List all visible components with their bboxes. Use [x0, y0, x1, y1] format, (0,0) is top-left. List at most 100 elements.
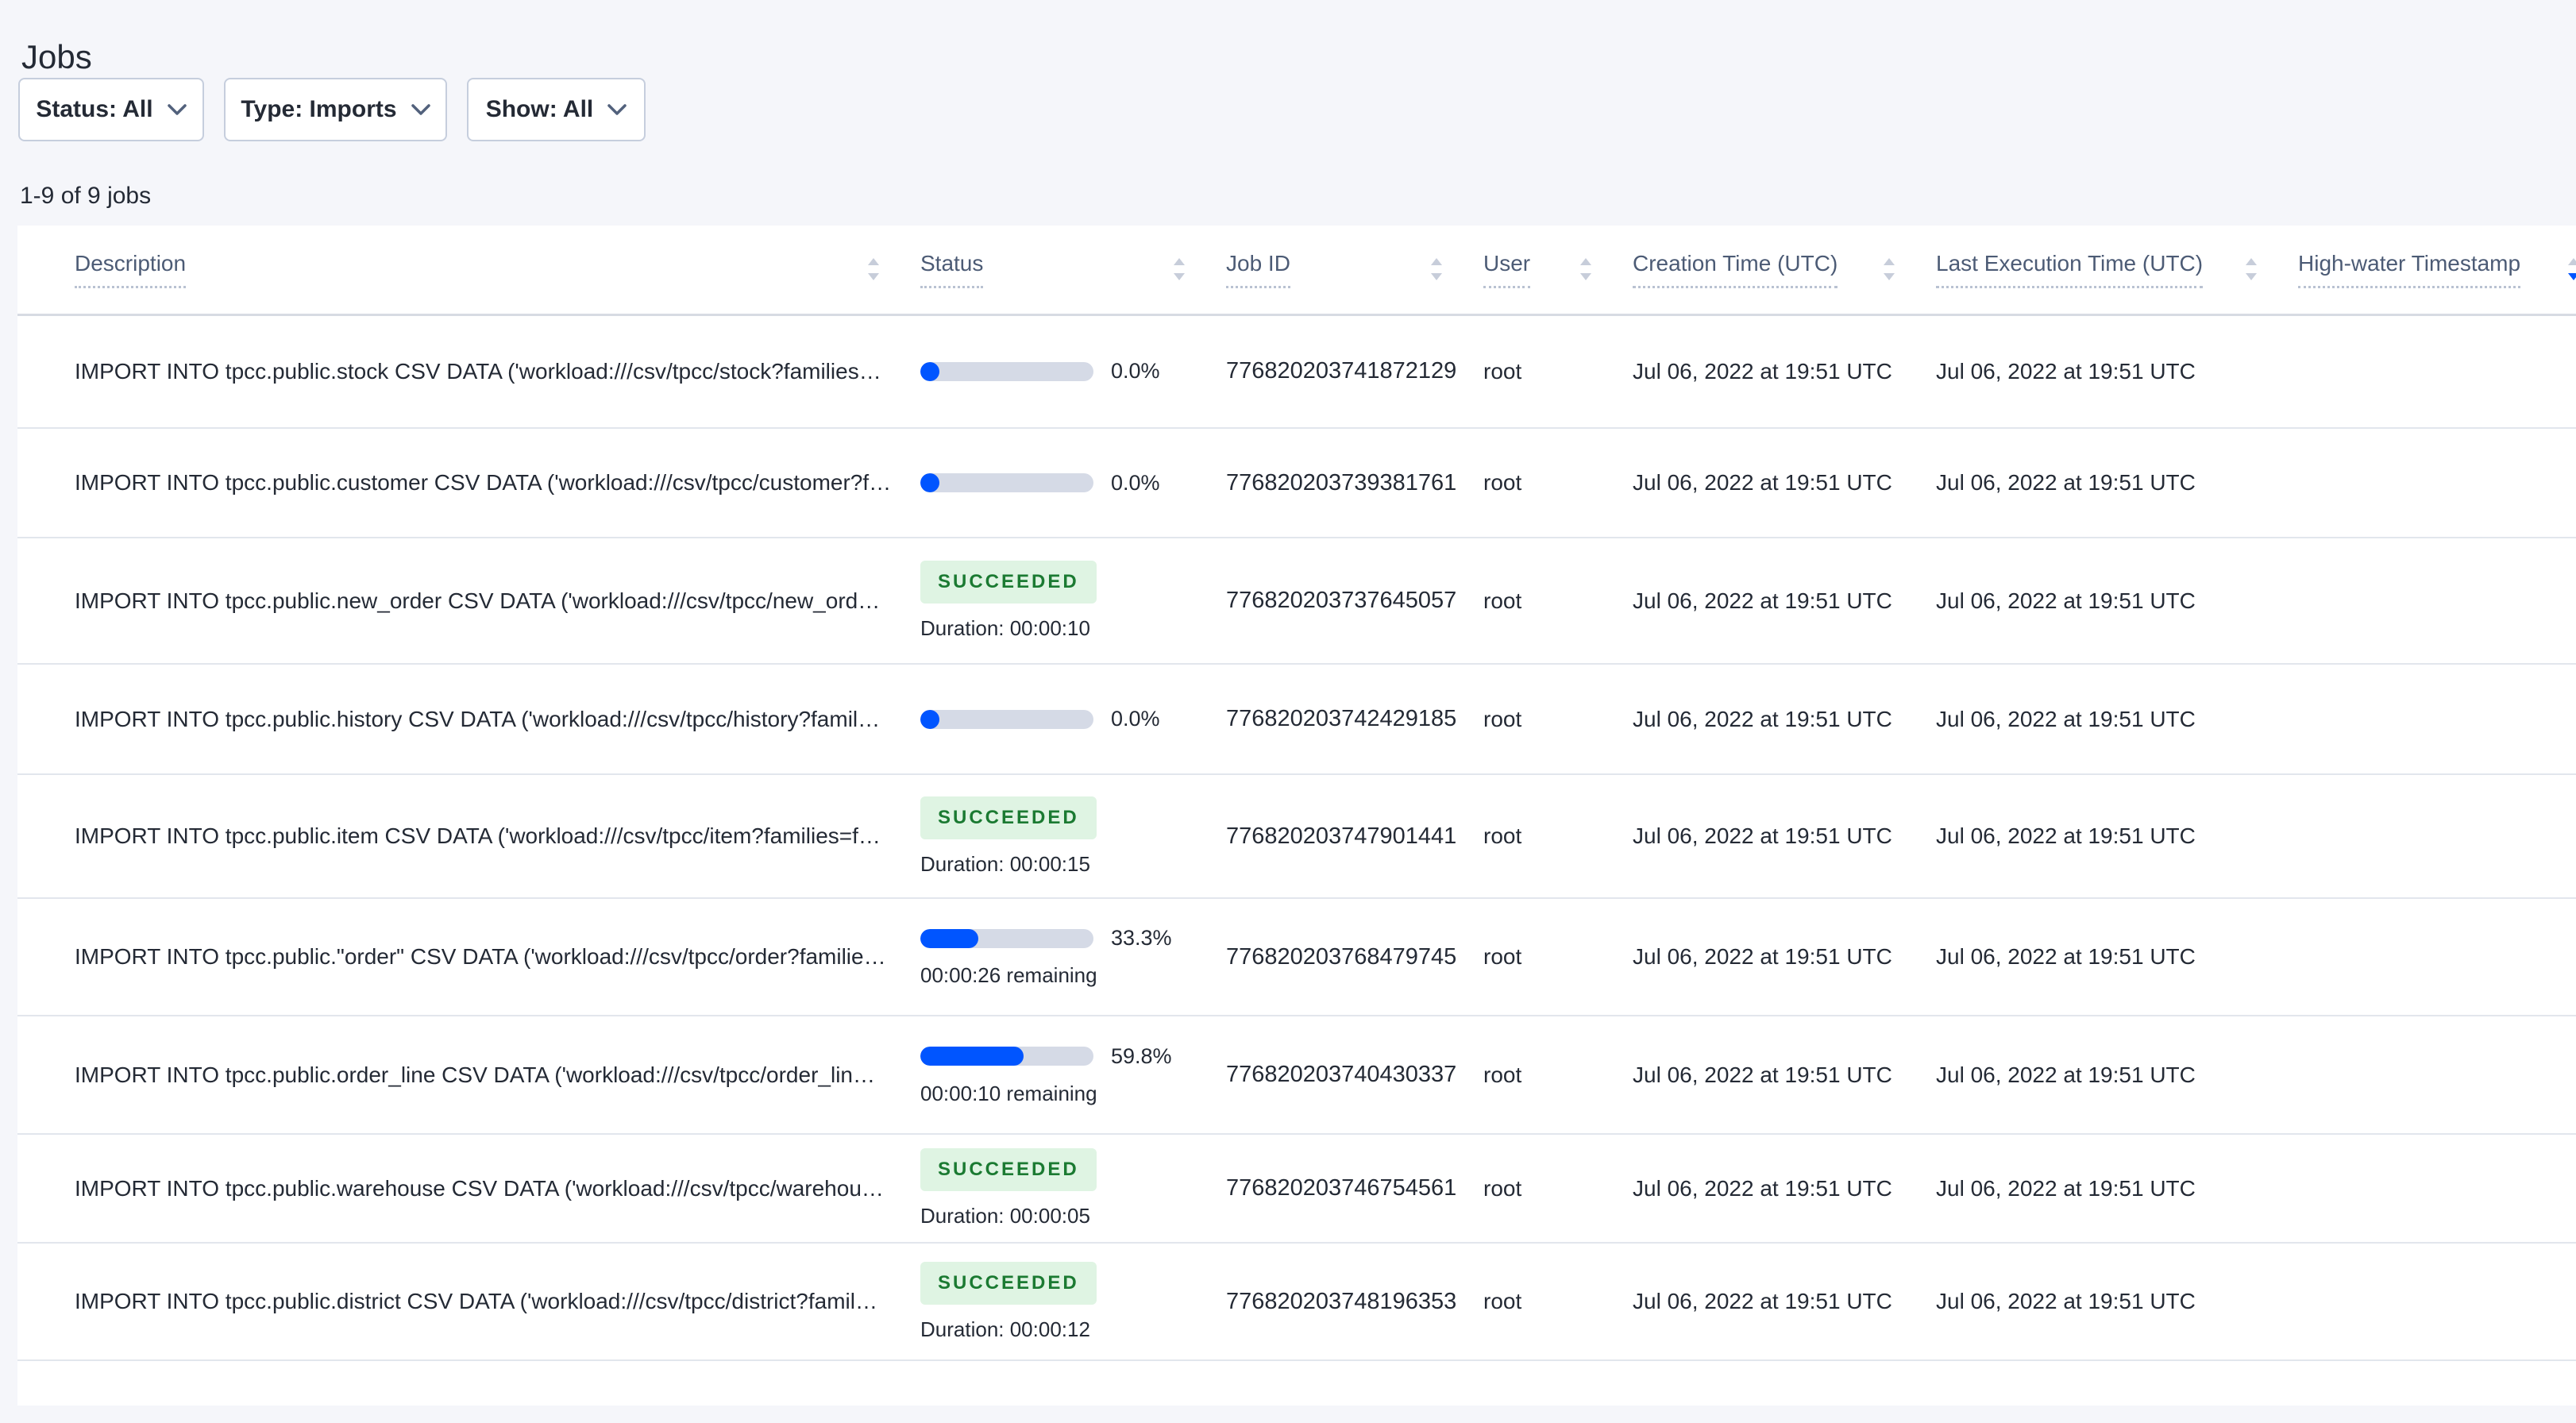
job-id-cell: 776820203739381761: [1226, 469, 1457, 496]
show-filter-label: Show: All: [485, 96, 594, 122]
column-header-last-execution-time-utc[interactable]: Last Execution Time (UTC): [1936, 226, 2298, 314]
jobs-count: 1-9 of 9 jobs: [20, 183, 152, 209]
column-header-description[interactable]: Description: [17, 226, 920, 314]
job-description: IMPORT INTO tpcc.public.new_order CSV DA…: [75, 588, 881, 613]
progress-bar: [920, 928, 1093, 948]
sort-arrows-icon: [1174, 258, 1185, 281]
creation-time-cell: Jul 06, 2022 at 19:51 UTC: [1633, 944, 1892, 969]
page-title: Jobs: [21, 38, 92, 76]
status-filter-dropdown[interactable]: Status: All: [18, 78, 204, 141]
job-description-cell[interactable]: IMPORT INTO tpcc.public.stock CSV DATA (…: [17, 314, 920, 428]
high-water-timestamp-cell: [2298, 314, 2576, 428]
jobs-table-card: Description Status Job ID User Creation …: [17, 226, 2576, 1406]
user-cell: root: [1483, 706, 1522, 731]
job-description-cell[interactable]: IMPORT INTO tpcc.public.item CSV DATA ('…: [17, 774, 920, 898]
show-filter-dropdown[interactable]: Show: All: [467, 78, 646, 141]
last-execution-time-cell: Jul 06, 2022 at 19:51 UTC: [1936, 588, 2196, 613]
user-cell: root: [1483, 1175, 1522, 1201]
sort-arrows-icon: [1884, 258, 1895, 281]
creation-time-cell: Jul 06, 2022 at 19:51 UTC: [1633, 823, 1892, 848]
table-row: IMPORT INTO tpcc.public."order" CSV DATA…: [17, 898, 2576, 1016]
table-row: IMPORT INTO tpcc.public.customer CSV DAT…: [17, 428, 2576, 538]
job-description-cell[interactable]: IMPORT INTO tpcc.public.new_order CSV DA…: [17, 538, 920, 664]
creation-time-cell: Jul 06, 2022 at 19:51 UTC: [1633, 1289, 1892, 1313]
table-row: IMPORT INTO tpcc.public.item CSV DATA ('…: [17, 774, 2576, 898]
user-cell: root: [1483, 1289, 1522, 1313]
filter-bar: Status: All Type: Imports Show: All: [18, 78, 646, 141]
last-execution-time-cell: Jul 06, 2022 at 19:51 UTC: [1936, 823, 2196, 848]
job-duration: Duration: 00:00:15: [920, 851, 1090, 876]
last-execution-time-cell: Jul 06, 2022 at 19:51 UTC: [1936, 470, 2196, 495]
job-description-cell[interactable]: IMPORT INTO tpcc.public."order" CSV DATA…: [17, 898, 920, 1016]
job-id-cell: 776820203768479745: [1226, 943, 1457, 970]
column-header-label: Job ID: [1226, 251, 1290, 288]
job-description: IMPORT INTO tpcc.public.item CSV DATA ('…: [75, 823, 881, 848]
last-execution-time-cell: Jul 06, 2022 at 19:51 UTC: [1936, 706, 2196, 731]
job-id-cell: 776820203741872129: [1226, 358, 1457, 384]
sort-arrows-icon: [1580, 258, 1591, 281]
column-header-status[interactable]: Status: [920, 226, 1226, 314]
progress-bar: [920, 709, 1093, 729]
high-water-timestamp-cell: [2298, 774, 2576, 898]
job-description: IMPORT INTO tpcc.public.warehouse CSV DA…: [75, 1175, 884, 1201]
job-status-cell: 59.8% 00:00:10 remaining: [920, 1016, 1226, 1134]
column-header-label: High-water Timestamp: [2298, 251, 2521, 288]
status-badge-succeeded: SUCCEEDED: [920, 1261, 1097, 1305]
table-body: IMPORT INTO tpcc.public.stock CSV DATA (…: [17, 314, 2576, 1360]
high-water-timestamp-cell: [2298, 1243, 2576, 1360]
job-description-cell[interactable]: IMPORT INTO tpcc.public.warehouse CSV DA…: [17, 1134, 920, 1243]
job-description-cell[interactable]: IMPORT INTO tpcc.public.order_line CSV D…: [17, 1016, 920, 1134]
column-header-label: Description: [75, 251, 187, 288]
progress-bar: [920, 473, 1093, 492]
table-header-row: Description Status Job ID User Creation …: [17, 226, 2576, 314]
high-water-timestamp-cell: [2298, 1134, 2576, 1243]
job-duration: Duration: 00:00:12: [920, 1317, 1090, 1341]
last-execution-time-cell: Jul 06, 2022 at 19:51 UTC: [1936, 1062, 2196, 1087]
creation-time-cell: Jul 06, 2022 at 19:51 UTC: [1633, 470, 1892, 495]
sort-arrows-icon: [1431, 258, 1442, 281]
job-status-cell: 0.0%: [920, 664, 1226, 774]
job-description-cell[interactable]: IMPORT INTO tpcc.public.customer CSV DAT…: [17, 428, 920, 538]
job-status-cell: SUCCEEDED Duration: 00:00:12: [920, 1243, 1226, 1360]
column-header-high-water-timestamp[interactable]: High-water Timestamp: [2298, 226, 2576, 314]
user-cell: root: [1483, 470, 1522, 495]
column-header-label: User: [1483, 251, 1531, 288]
jobs-table: Description Status Job ID User Creation …: [17, 226, 2576, 1361]
column-header-user[interactable]: User: [1483, 226, 1633, 314]
creation-time-cell: Jul 06, 2022 at 19:51 UTC: [1633, 588, 1892, 613]
chevron-down-icon: [411, 104, 430, 115]
job-description: IMPORT INTO tpcc.public."order" CSV DATA…: [75, 944, 886, 969]
job-id-cell: 776820203748196353: [1226, 1288, 1457, 1314]
job-description-cell[interactable]: IMPORT INTO tpcc.public.district CSV DAT…: [17, 1243, 920, 1360]
sort-arrows-icon: [2246, 258, 2257, 281]
job-id-cell: 776820203742429185: [1226, 706, 1457, 731]
progress-remaining: 00:00:26 remaining: [920, 963, 1097, 987]
job-id-cell: 776820203740430337: [1226, 1062, 1457, 1087]
table-row: IMPORT INTO tpcc.public.district CSV DAT…: [17, 1243, 2576, 1360]
chevron-down-icon: [607, 104, 627, 115]
chevron-down-icon: [167, 104, 187, 115]
type-filter-label: Type: Imports: [241, 96, 397, 122]
job-description: IMPORT INTO tpcc.public.history CSV DATA…: [75, 706, 881, 731]
user-cell: root: [1483, 358, 1522, 384]
job-id-cell: 776820203746754561: [1226, 1175, 1457, 1201]
table-row: IMPORT INTO tpcc.public.new_order CSV DA…: [17, 538, 2576, 664]
progress-remaining: 00:00:10 remaining: [920, 1081, 1097, 1105]
job-id-cell: 776820203737645057: [1226, 588, 1457, 613]
progress-percent: 0.0%: [1111, 359, 1160, 384]
job-status-cell: 0.0%: [920, 428, 1226, 538]
job-description-cell[interactable]: IMPORT INTO tpcc.public.history CSV DATA…: [17, 664, 920, 774]
status-badge-succeeded: SUCCEEDED: [920, 561, 1097, 604]
sort-desc-icon: [2568, 258, 2576, 281]
column-header-job-id[interactable]: Job ID: [1226, 226, 1483, 314]
user-cell: root: [1483, 944, 1522, 969]
creation-time-cell: Jul 06, 2022 at 19:51 UTC: [1633, 358, 1892, 384]
column-header-creation-time-utc[interactable]: Creation Time (UTC): [1633, 226, 1936, 314]
type-filter-dropdown[interactable]: Type: Imports: [224, 78, 447, 141]
progress-bar-fill: [920, 1047, 1024, 1066]
progress-percent: 59.8%: [1111, 1043, 1172, 1068]
job-description: IMPORT INTO tpcc.public.customer CSV DAT…: [75, 470, 892, 495]
last-execution-time-cell: Jul 06, 2022 at 19:51 UTC: [1936, 358, 2196, 384]
user-cell: root: [1483, 1062, 1522, 1087]
progress-percent: 0.0%: [1111, 470, 1160, 495]
